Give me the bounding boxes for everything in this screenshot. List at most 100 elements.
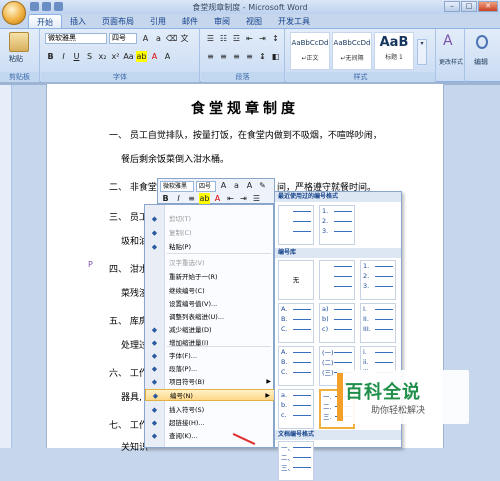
editing-button[interactable]: 编辑 [474, 57, 488, 67]
font-color-icon[interactable]: A [149, 51, 160, 62]
close-button[interactable]: ✕ [478, 1, 498, 12]
mini-size-combo[interactable]: 四号 [196, 181, 216, 192]
context-menu-item[interactable]: ◆ 增加缩进量(I) [145, 337, 275, 349]
numbering-format-option[interactable]: I. II. III. [360, 303, 396, 343]
context-menu-item[interactable]: ◆ 粘贴(P) [145, 241, 275, 253]
context-menu-item[interactable]: ◆ 项目符号(B) ▶ [145, 376, 275, 388]
tab-page-layout[interactable]: 页面布局 [94, 14, 142, 28]
tab-insert[interactable]: 插入 [62, 14, 94, 28]
numbering-format-option[interactable]: 一、 二、 三、 [278, 441, 314, 481]
tab-home[interactable]: 开始 [28, 14, 62, 28]
subscript-icon[interactable]: x₂ [97, 51, 108, 62]
sort-icon[interactable]: ↕ [270, 33, 281, 44]
italic-icon[interactable]: I [58, 51, 69, 62]
multilevel-list-icon[interactable]: ☲ [231, 33, 242, 44]
outdent-icon[interactable]: ⇤ [225, 193, 236, 204]
maximize-button[interactable]: □ [461, 1, 477, 12]
decrease-indent-icon[interactable]: ⇤ [244, 33, 255, 44]
char-border-icon[interactable]: A [162, 51, 173, 62]
redo-icon[interactable] [54, 2, 63, 11]
mini-font-combo[interactable]: 微软雅黑 [160, 181, 194, 192]
grow-font-icon[interactable]: A [218, 180, 229, 191]
style-no-spacing[interactable]: AaBbCcDd ↵无间隔 [332, 32, 372, 70]
line-spacing-icon[interactable]: ↨ [257, 51, 268, 62]
context-menu-item[interactable]: 设置编号值(V)... [145, 298, 275, 310]
underline-icon[interactable]: U [71, 51, 82, 62]
grow-font-icon[interactable]: A [140, 33, 151, 44]
context-menu-item[interactable]: ◆ 超链接(H)... [145, 417, 275, 429]
clear-format-icon[interactable]: ⌫ [166, 33, 177, 44]
numbering-format-option[interactable]: A. B. C. [278, 303, 314, 343]
change-case-icon[interactable]: Aa [123, 51, 134, 62]
context-menu-item[interactable]: 重新开始于一(R) [145, 271, 275, 283]
shading-icon[interactable]: ◧ [270, 51, 281, 62]
change-styles-button[interactable]: 更改样式 [438, 57, 464, 66]
font-color-icon[interactable]: A [212, 193, 223, 204]
style-icon[interactable]: A [244, 180, 255, 191]
style-normal[interactable]: AaBbCcDd ↵正文 [290, 32, 330, 70]
tab-view[interactable]: 视图 [238, 14, 270, 28]
tab-references[interactable]: 引用 [142, 14, 174, 28]
highlight-icon[interactable]: ab [199, 193, 210, 204]
tab-review[interactable]: 审阅 [206, 14, 238, 28]
font-group-label: 字体 [41, 72, 199, 82]
numbering-format-option[interactable]: a) b) c) [319, 303, 355, 343]
paste-options-icon[interactable]: P [88, 260, 93, 269]
undo-icon[interactable] [42, 2, 51, 11]
paste-icon[interactable] [9, 32, 29, 52]
change-styles-icon[interactable]: A [443, 33, 453, 49]
align-right-icon[interactable]: ≡ [231, 51, 242, 62]
number-marker: 1. [363, 262, 370, 270]
tab-mailings[interactable]: 邮件 [174, 14, 206, 28]
context-menu-item[interactable]: ◆ 减少缩进量(D) [145, 324, 275, 336]
numbering-format-option[interactable]: A. B. C. [278, 346, 314, 386]
numbering-icon[interactable]: ☷ [218, 33, 229, 44]
numbering-format-option[interactable]: 无 [278, 260, 314, 300]
numbering-format-option[interactable] [319, 260, 355, 300]
context-menu-item[interactable]: ◆ 复制(C) [145, 227, 275, 239]
numbering-format-option[interactable]: 1. 2. 3. [319, 205, 355, 245]
bullets-icon[interactable]: ☰ [251, 193, 262, 204]
italic-icon[interactable]: I [173, 193, 184, 204]
format-painter-icon[interactable]: ✎ [257, 180, 268, 191]
numbering-format-option[interactable]: a. b. c. [278, 389, 314, 429]
tab-developer[interactable]: 开发工具 [270, 14, 318, 28]
shrink-font-icon[interactable]: a [231, 180, 242, 191]
context-menu-item[interactable]: ◆ 插入符号(S) [145, 404, 275, 416]
paste-button[interactable]: 粘贴 [9, 54, 23, 64]
align-left-icon[interactable]: ≡ [205, 51, 216, 62]
find-icon[interactable] [476, 35, 488, 49]
context-menu-item[interactable]: ◆ 编号(N) ▶ [145, 389, 275, 401]
number-marker: 1. [322, 207, 329, 215]
increase-indent-icon[interactable]: ⇥ [257, 33, 268, 44]
bold-icon[interactable]: B [45, 51, 56, 62]
context-menu-item[interactable]: 继续编号(C) [145, 285, 275, 297]
numbering-format-option[interactable]: 1. 2. 3. [360, 260, 396, 300]
save-icon[interactable] [30, 2, 39, 11]
styles-more-button[interactable]: ▾ [417, 39, 427, 65]
indent-icon[interactable]: ⇥ [238, 193, 249, 204]
line-placeholder [334, 210, 352, 212]
minimize-button[interactable]: – [444, 1, 460, 12]
context-menu-item[interactable]: 汉字重选(V) [145, 257, 275, 269]
context-menu-item[interactable]: ◆ 字体(F)... [145, 350, 275, 362]
bullets-icon[interactable]: ☰ [205, 33, 216, 44]
font-size-combo[interactable]: 四号 [109, 33, 137, 44]
context-menu-item[interactable]: ◆ 剪切(T) [145, 213, 275, 225]
shrink-font-icon[interactable]: a [153, 33, 164, 44]
justify-icon[interactable]: ≡ [244, 51, 255, 62]
align-center-icon[interactable]: ≡ [218, 51, 229, 62]
superscript-icon[interactable]: x² [110, 51, 121, 62]
font-name-combo[interactable]: 微软雅黑 [45, 33, 107, 44]
context-menu-item[interactable]: ◆ 查阅(K)... [145, 430, 275, 442]
office-button[interactable] [2, 1, 26, 25]
highlight-icon[interactable]: ab [136, 51, 147, 62]
numbering-format-option[interactable] [278, 205, 314, 245]
bold-icon[interactable]: B [160, 193, 171, 204]
strikethrough-icon[interactable]: S [84, 51, 95, 62]
center-icon[interactable]: ≡ [186, 193, 197, 204]
style-heading-1[interactable]: AaB 标题 1 [374, 32, 414, 70]
phonetic-icon[interactable]: 文 [179, 33, 190, 44]
context-menu-item[interactable]: ◆ 段落(P)... [145, 363, 275, 375]
context-menu-item[interactable]: 调整列表缩进(U)... [145, 311, 275, 323]
